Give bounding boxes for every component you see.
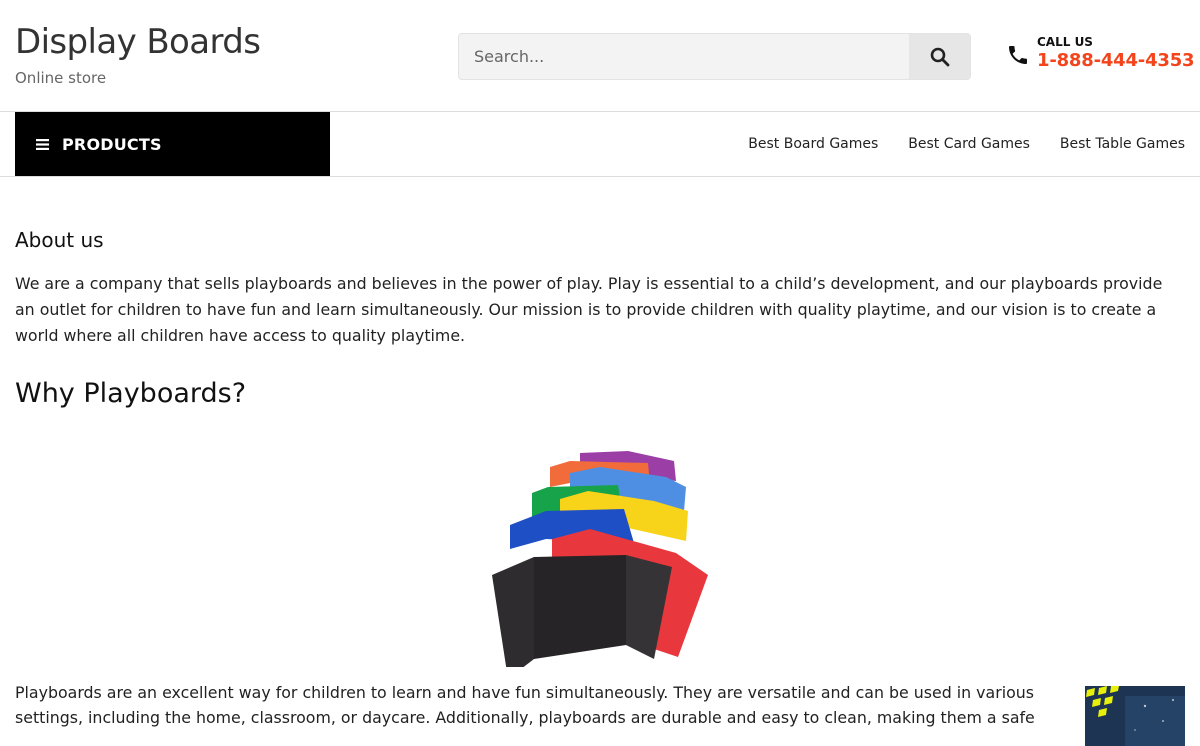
about-heading: About us	[15, 228, 104, 252]
search-input[interactable]	[459, 34, 908, 79]
nav-link-best-card-games[interactable]: Best Card Games	[908, 136, 1030, 152]
phone-number-link[interactable]: 1-888-444-4353	[1037, 50, 1195, 71]
about-text: We are a company that sells playboards a…	[15, 274, 1163, 345]
call-us-label: CALL US	[1037, 35, 1093, 49]
playboards-image	[492, 451, 708, 667]
search-button[interactable]	[909, 34, 970, 79]
search-icon	[930, 47, 949, 66]
why-text: Playboards are an excellent way for chil…	[15, 683, 1035, 727]
main-nav: PRODUCTS Best Board Games Best Card Game…	[0, 112, 1200, 177]
nav-links: Best Board Games Best Card Games Best Ta…	[718, 112, 1185, 176]
products-label: PRODUCTS	[62, 134, 162, 154]
promo-thumbnail-graphic	[1085, 686, 1185, 746]
search-bar	[458, 33, 971, 80]
site-header: Display Boards Online store CALL US 1-88…	[0, 0, 1200, 112]
nav-link-best-table-games[interactable]: Best Table Games	[1060, 136, 1185, 152]
nav-link-best-board-games[interactable]: Best Board Games	[748, 136, 878, 152]
why-heading: Why Playboards?	[15, 378, 247, 409]
phone-icon	[1009, 46, 1027, 64]
products-menu-button[interactable]: PRODUCTS	[15, 112, 330, 176]
promo-thumbnail[interactable]	[1085, 686, 1185, 746]
menu-icon	[36, 138, 49, 150]
site-title[interactable]: Display Boards	[15, 22, 261, 62]
site-tagline: Online store	[15, 69, 107, 87]
call-us: CALL US 1-888-444-4353	[1006, 33, 1195, 73]
